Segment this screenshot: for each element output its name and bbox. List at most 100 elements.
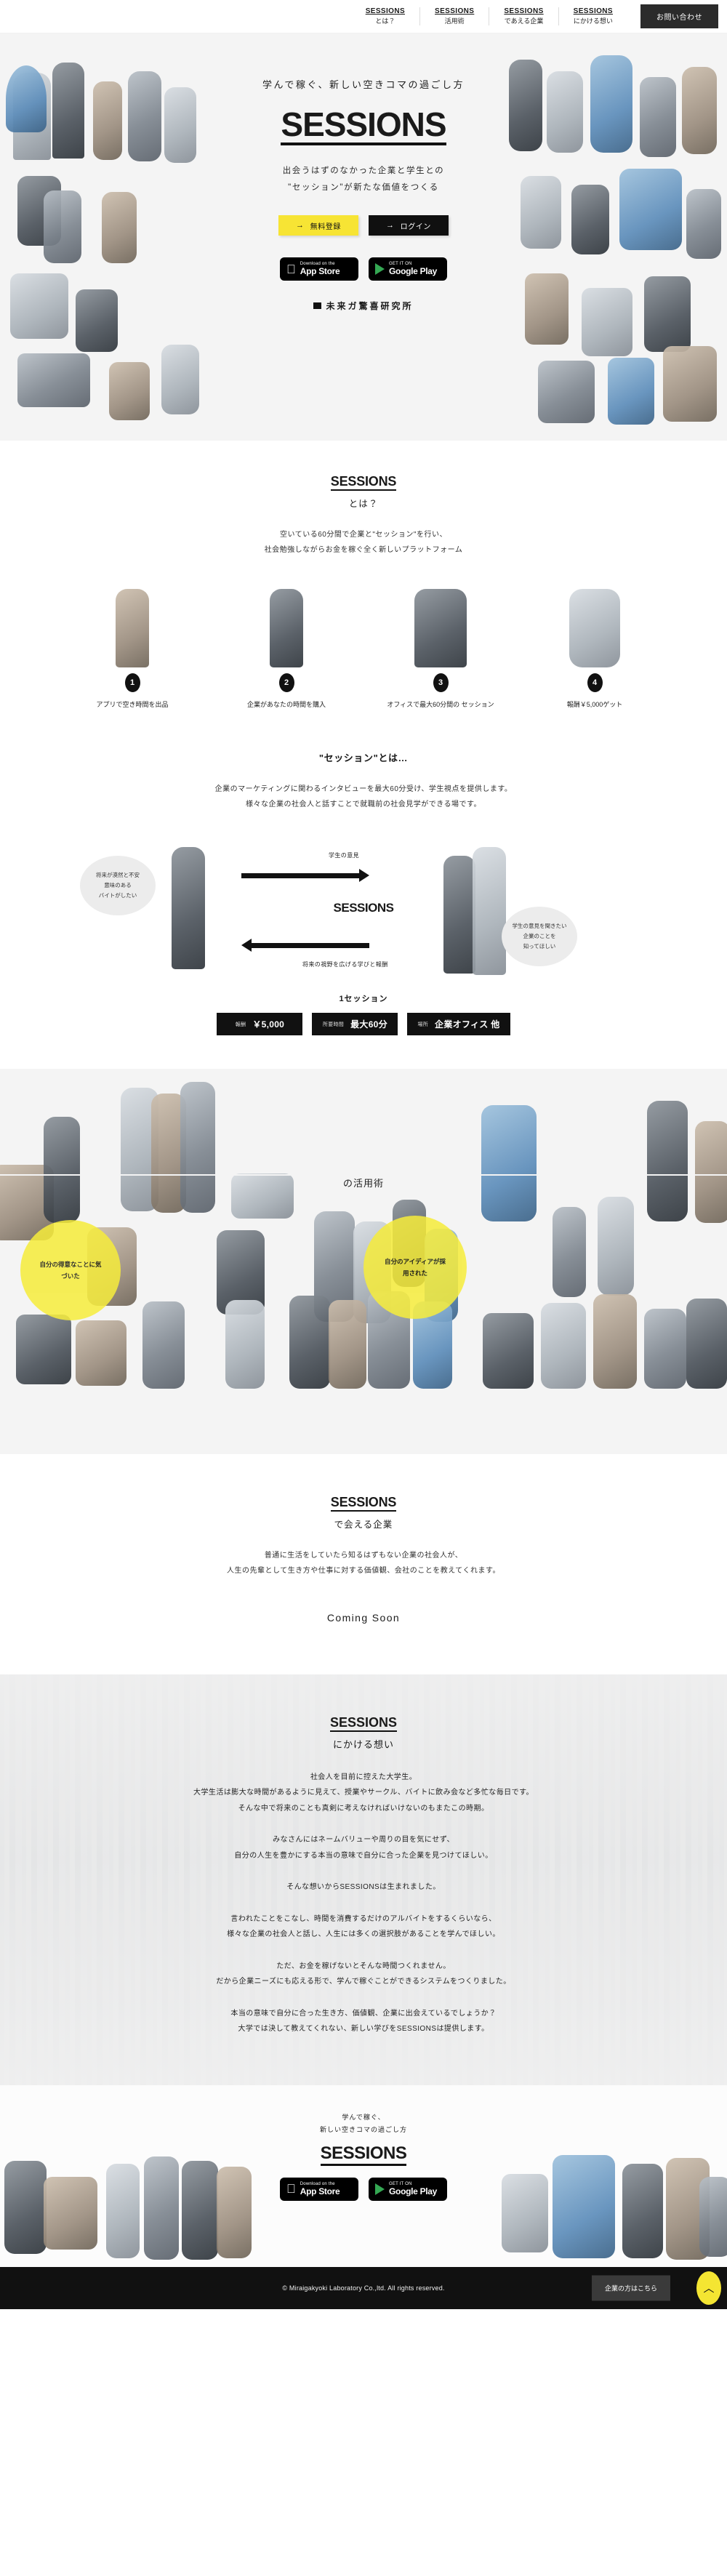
nav-item-companies[interactable]: SESSIONS であえる企業 — [489, 7, 559, 26]
nav-item-usage[interactable]: SESSIONS 活用術 — [420, 7, 490, 26]
about-body: 空いている60分間で企業と"セッション"を行い、 社会勉強しながらお金を稼ぐ全く… — [0, 527, 727, 558]
arrow-right-icon: → — [295, 221, 305, 230]
spec-value: ￥5,000 — [252, 1019, 285, 1030]
omoi-section: SESSIONS にかける想い 社会人を目前に控えた大学生。 大学生活は膨大な時… — [0, 1674, 727, 2085]
hero-logo: SESSIONS — [281, 107, 447, 146]
step-number: 2 — [278, 673, 294, 692]
person-figure — [116, 588, 149, 667]
copyright-text: © Miraigakyoki Laboratory Co.,ltd. All r… — [282, 2284, 445, 2292]
spec-key: 所要時間 — [322, 1022, 345, 1027]
person-figure — [270, 588, 303, 667]
login-button[interactable]: → ログイン — [369, 215, 449, 236]
session-spec-chips: 報酬 ￥5,000 所要時間 最大60分 場所 企業オフィス 他 — [0, 1013, 727, 1036]
usage-highlight-circle: 自分の得意なことに気 づいた — [20, 1220, 121, 1321]
session-section: "セッション"とは… 企業のマーケティングに関わるインタビューを最大60分受け、… — [0, 743, 727, 1070]
nav-item-omoi[interactable]: SESSIONS にかける想い — [559, 7, 627, 26]
person-figure — [663, 346, 717, 422]
person-figure — [538, 361, 595, 423]
coming-soon-label: Coming Soon — [326, 1611, 401, 1624]
person-figure-company-a — [443, 856, 475, 974]
company-bubble: 学生の意見を聞きたい 企業のことを 知ってほしい — [502, 907, 577, 967]
googleplay-badge[interactable]: GET IT ON Google Play — [369, 2177, 447, 2201]
usage-logo: SESSIONS — [0, 1159, 727, 1176]
nav-label-logo: SESSIONS — [435, 7, 475, 15]
about-heading: SESSIONS とは？ — [0, 474, 727, 510]
person-figure — [329, 1300, 366, 1389]
nav-label-sub: にかける想い — [573, 17, 613, 25]
apple-logo-icon:  — [286, 2183, 296, 2195]
step-illustration — [63, 577, 201, 667]
hero-cta-group: → 無料登録 → ログイン — [0, 215, 727, 236]
person-figure — [109, 362, 150, 420]
nav-label-logo: SESSIONS — [504, 7, 544, 15]
appstore-badge[interactable]:  Download on the App Store — [280, 257, 358, 281]
person-figure — [180, 1082, 215, 1213]
step-item: 2 企業があなたの時間を購入 — [217, 577, 356, 710]
person-figure — [598, 1197, 634, 1296]
step-number: 3 — [433, 673, 449, 692]
brand-mark-icon — [313, 302, 322, 310]
person-figure — [76, 1320, 126, 1387]
contact-button[interactable]: お問い合わせ — [640, 4, 718, 28]
appstore-badge[interactable]:  Download on the App Store — [280, 2177, 358, 2201]
arrow-right-icon: → — [385, 221, 395, 230]
step-item: 3 オフィスで最大60分間の セッション — [371, 577, 510, 710]
omoi-logo: SESSIONS — [329, 1715, 398, 1732]
person-figure-company-b — [473, 847, 506, 976]
usage-section: SESSIONS の活用術 自分の得意なことに気 づいた 自分のアイディアが採 … — [0, 1069, 727, 1455]
arrow-to-company — [241, 869, 369, 883]
person-figure — [541, 1303, 586, 1389]
spec-chip-duration: 所要時間 最大60分 — [312, 1013, 398, 1036]
hero-store-badges:  Download on the App Store GET IT ON Go… — [0, 257, 727, 281]
session-body: 企業のマーケティングに関わるインタビューを最大60分受け、学生視点を提供します。… — [0, 782, 727, 812]
apple-logo-icon:  — [286, 263, 296, 276]
arrow-to-student — [241, 939, 369, 952]
person-figure — [593, 1294, 637, 1389]
person-figure — [686, 1299, 727, 1389]
appstore-badge-large: App Store — [291, 2186, 340, 2196]
omoi-paragraph: みなさんにはネームバリューや周りの目を気にせず、 自分の人生を豊かにする本当の意… — [234, 1836, 493, 1860]
hero-subtitle-line1: 出会うはずのなかった企業と学生との — [282, 166, 445, 176]
omoi-subtitle: にかける想い — [332, 1738, 394, 1750]
brand-credit: 未来ガ驚喜研究所 — [0, 300, 727, 312]
step-label: 報酬￥5,000ゲット — [566, 700, 623, 708]
login-button-label: ログイン — [400, 222, 431, 231]
about-section: SESSIONS とは？ 空いている60分間で企業と"セッション"を行い、 社会… — [0, 441, 727, 744]
page-root: SESSIONS とは？ SESSIONS 活用術 SESSIONS であえる企… — [0, 0, 727, 2309]
one-session-label: 1セッション — [339, 995, 388, 1004]
omoi-paragraph: ただ、お金を稼げないとそんな時間つくれません。 だから企業ニーズにも応える形で、… — [216, 1962, 511, 1986]
usage-highlight-circle: 自分のアイディアが採 用された — [364, 1216, 467, 1320]
nav-item-about[interactable]: SESSIONS とは？ — [351, 7, 421, 26]
student-bubble: 将来が漠然と不安 意味のある バイトがしたい — [80, 856, 156, 916]
omoi-paragraph: そんな想いからSESSIONSは生まれました。 — [286, 1883, 441, 1892]
site-header: SESSIONS とは？ SESSIONS 活用術 SESSIONS であえる企… — [0, 0, 727, 33]
step-label: アプリで空き時間を出品 — [96, 700, 169, 708]
person-figure — [16, 1315, 71, 1385]
googleplay-badge[interactable]: GET IT ON Google Play — [369, 257, 447, 281]
about-steps: 1 アプリで空き時間を出品 2 企業があなたの時間を購入 3 オフィスで最大60… — [0, 577, 727, 710]
back-to-top-button[interactable]: ︿ — [696, 2271, 721, 2305]
step-illustration — [526, 577, 664, 667]
nav-label-sub: 活用術 — [444, 17, 465, 25]
companies-body: 普通に生活をしていたら知るはずもない企業の社会人が、 人生の先輩として生き方や仕… — [0, 1548, 727, 1578]
spec-key: 場所 — [417, 1022, 429, 1027]
person-figure — [483, 1313, 534, 1389]
companies-body-line2: 人生の先輩として生き方や仕事に対する価値観、会社のことを教えてくれます。 — [227, 1566, 500, 1575]
companies-section: SESSIONS で会える企業 普通に生活をしていたら知るはずもない企業の社会人… — [0, 1454, 727, 1674]
business-cta-button[interactable]: 企業の方はこちら — [591, 2275, 670, 2301]
chevron-up-icon: ︿ — [703, 2282, 715, 2295]
about-body-line2: 社会勉強しながらお金を稼ぐ全く新しいプラットフォーム — [264, 545, 463, 554]
appstore-badge-large: App Store — [291, 266, 340, 276]
register-button[interactable]: → 無料登録 — [278, 215, 358, 236]
session-body-line1: 企業のマーケティングに関わるインタビューを最大60分受け、学生視点を提供します。 — [214, 785, 513, 794]
session-diagram: 将来が漠然と不安 意味のある バイトがしたい 学生の意見 SESSIONS 将来… — [0, 837, 727, 982]
person-figure — [161, 345, 199, 414]
hero-tagline: 学んで稼ぐ、新しい空きコマの過ごし方 — [262, 79, 465, 90]
googleplay-badge-large: Google Play — [389, 266, 438, 276]
person-figure — [608, 358, 654, 425]
footer-tagline: 学んで稼ぐ、 新しい空きコマの過ごし方 — [0, 2111, 727, 2136]
companies-heading: SESSIONS で会える企業 — [0, 1495, 727, 1530]
spec-value: 最大60分 — [350, 1019, 387, 1030]
step-illustration — [371, 577, 510, 667]
step-label: オフィスで最大60分間の セッション — [387, 700, 494, 708]
